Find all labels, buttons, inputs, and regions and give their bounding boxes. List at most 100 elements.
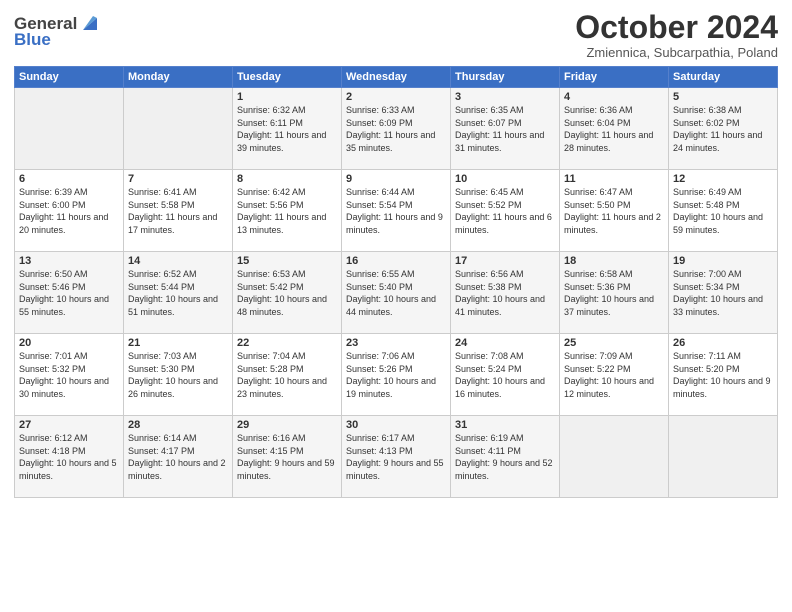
- calendar-cell: 19Sunrise: 7:00 AM Sunset: 5:34 PM Dayli…: [669, 252, 778, 334]
- calendar-cell: 8Sunrise: 6:42 AM Sunset: 5:56 PM Daylig…: [233, 170, 342, 252]
- calendar-cell: 17Sunrise: 6:56 AM Sunset: 5:38 PM Dayli…: [451, 252, 560, 334]
- day-number: 7: [128, 173, 228, 185]
- day-number: 13: [19, 255, 119, 267]
- day-number: 24: [455, 337, 555, 349]
- day-number: 29: [237, 419, 337, 431]
- calendar-cell: 28Sunrise: 6:14 AM Sunset: 4:17 PM Dayli…: [124, 416, 233, 498]
- calendar-cell: 4Sunrise: 6:36 AM Sunset: 6:04 PM Daylig…: [560, 88, 669, 170]
- month-title: October 2024: [575, 10, 778, 45]
- day-info: Sunrise: 7:08 AM Sunset: 5:24 PM Dayligh…: [455, 350, 555, 400]
- day-number: 9: [346, 173, 446, 185]
- day-number: 8: [237, 173, 337, 185]
- day-info: Sunrise: 7:09 AM Sunset: 5:22 PM Dayligh…: [564, 350, 664, 400]
- day-header-sunday: Sunday: [15, 67, 124, 88]
- calendar-cell: 24Sunrise: 7:08 AM Sunset: 5:24 PM Dayli…: [451, 334, 560, 416]
- calendar-week-row: 27Sunrise: 6:12 AM Sunset: 4:18 PM Dayli…: [15, 416, 778, 498]
- day-header-thursday: Thursday: [451, 67, 560, 88]
- day-number: 3: [455, 91, 555, 103]
- day-info: Sunrise: 6:39 AM Sunset: 6:00 PM Dayligh…: [19, 186, 119, 236]
- day-info: Sunrise: 6:17 AM Sunset: 4:13 PM Dayligh…: [346, 432, 446, 482]
- day-number: 25: [564, 337, 664, 349]
- day-header-monday: Monday: [124, 67, 233, 88]
- day-header-tuesday: Tuesday: [233, 67, 342, 88]
- day-number: 2: [346, 91, 446, 103]
- location-subtitle: Zmiennica, Subcarpathia, Poland: [575, 45, 778, 60]
- day-info: Sunrise: 6:12 AM Sunset: 4:18 PM Dayligh…: [19, 432, 119, 482]
- day-number: 17: [455, 255, 555, 267]
- calendar-cell: 11Sunrise: 6:47 AM Sunset: 5:50 PM Dayli…: [560, 170, 669, 252]
- day-info: Sunrise: 6:50 AM Sunset: 5:46 PM Dayligh…: [19, 268, 119, 318]
- calendar-cell: 13Sunrise: 6:50 AM Sunset: 5:46 PM Dayli…: [15, 252, 124, 334]
- day-number: 21: [128, 337, 228, 349]
- day-header-saturday: Saturday: [669, 67, 778, 88]
- day-info: Sunrise: 7:06 AM Sunset: 5:26 PM Dayligh…: [346, 350, 446, 400]
- day-info: Sunrise: 6:36 AM Sunset: 6:04 PM Dayligh…: [564, 104, 664, 154]
- day-info: Sunrise: 6:53 AM Sunset: 5:42 PM Dayligh…: [237, 268, 337, 318]
- day-info: Sunrise: 6:49 AM Sunset: 5:48 PM Dayligh…: [673, 186, 773, 236]
- day-number: 19: [673, 255, 773, 267]
- calendar-cell: [15, 88, 124, 170]
- calendar-cell: 26Sunrise: 7:11 AM Sunset: 5:20 PM Dayli…: [669, 334, 778, 416]
- calendar-cell: 20Sunrise: 7:01 AM Sunset: 5:32 PM Dayli…: [15, 334, 124, 416]
- day-header-friday: Friday: [560, 67, 669, 88]
- day-number: 14: [128, 255, 228, 267]
- day-number: 28: [128, 419, 228, 431]
- day-info: Sunrise: 7:03 AM Sunset: 5:30 PM Dayligh…: [128, 350, 228, 400]
- calendar-cell: 6Sunrise: 6:39 AM Sunset: 6:00 PM Daylig…: [15, 170, 124, 252]
- calendar-cell: 1Sunrise: 6:32 AM Sunset: 6:11 PM Daylig…: [233, 88, 342, 170]
- day-number: 20: [19, 337, 119, 349]
- calendar-week-row: 1Sunrise: 6:32 AM Sunset: 6:11 PM Daylig…: [15, 88, 778, 170]
- day-info: Sunrise: 6:14 AM Sunset: 4:17 PM Dayligh…: [128, 432, 228, 482]
- calendar-cell: 18Sunrise: 6:58 AM Sunset: 5:36 PM Dayli…: [560, 252, 669, 334]
- calendar-cell: 22Sunrise: 7:04 AM Sunset: 5:28 PM Dayli…: [233, 334, 342, 416]
- day-header-wednesday: Wednesday: [342, 67, 451, 88]
- day-number: 30: [346, 419, 446, 431]
- day-info: Sunrise: 6:47 AM Sunset: 5:50 PM Dayligh…: [564, 186, 664, 236]
- calendar-cell: 7Sunrise: 6:41 AM Sunset: 5:58 PM Daylig…: [124, 170, 233, 252]
- day-number: 22: [237, 337, 337, 349]
- logo-icon: [79, 12, 101, 34]
- calendar-cell: 2Sunrise: 6:33 AM Sunset: 6:09 PM Daylig…: [342, 88, 451, 170]
- calendar-cell: 15Sunrise: 6:53 AM Sunset: 5:42 PM Dayli…: [233, 252, 342, 334]
- day-number: 1: [237, 91, 337, 103]
- day-number: 15: [237, 255, 337, 267]
- calendar-cell: 12Sunrise: 6:49 AM Sunset: 5:48 PM Dayli…: [669, 170, 778, 252]
- day-number: 5: [673, 91, 773, 103]
- logo: General Blue: [14, 14, 101, 50]
- title-block: October 2024 Zmiennica, Subcarpathia, Po…: [575, 10, 778, 60]
- day-info: Sunrise: 6:16 AM Sunset: 4:15 PM Dayligh…: [237, 432, 337, 482]
- day-number: 11: [564, 173, 664, 185]
- calendar-cell: [669, 416, 778, 498]
- day-info: Sunrise: 6:52 AM Sunset: 5:44 PM Dayligh…: [128, 268, 228, 318]
- day-info: Sunrise: 6:32 AM Sunset: 6:11 PM Dayligh…: [237, 104, 337, 154]
- calendar-cell: 16Sunrise: 6:55 AM Sunset: 5:40 PM Dayli…: [342, 252, 451, 334]
- calendar-cell: 23Sunrise: 7:06 AM Sunset: 5:26 PM Dayli…: [342, 334, 451, 416]
- calendar-cell: 21Sunrise: 7:03 AM Sunset: 5:30 PM Dayli…: [124, 334, 233, 416]
- day-info: Sunrise: 6:58 AM Sunset: 5:36 PM Dayligh…: [564, 268, 664, 318]
- day-number: 10: [455, 173, 555, 185]
- page: General Blue October 2024 Zmiennica, Sub…: [0, 0, 792, 612]
- day-info: Sunrise: 6:56 AM Sunset: 5:38 PM Dayligh…: [455, 268, 555, 318]
- day-info: Sunrise: 6:35 AM Sunset: 6:07 PM Dayligh…: [455, 104, 555, 154]
- day-info: Sunrise: 6:45 AM Sunset: 5:52 PM Dayligh…: [455, 186, 555, 236]
- day-info: Sunrise: 6:44 AM Sunset: 5:54 PM Dayligh…: [346, 186, 446, 236]
- calendar-week-row: 20Sunrise: 7:01 AM Sunset: 5:32 PM Dayli…: [15, 334, 778, 416]
- calendar-cell: [560, 416, 669, 498]
- day-info: Sunrise: 6:19 AM Sunset: 4:11 PM Dayligh…: [455, 432, 555, 482]
- calendar-week-row: 13Sunrise: 6:50 AM Sunset: 5:46 PM Dayli…: [15, 252, 778, 334]
- day-number: 23: [346, 337, 446, 349]
- calendar-cell: 3Sunrise: 6:35 AM Sunset: 6:07 PM Daylig…: [451, 88, 560, 170]
- day-number: 12: [673, 173, 773, 185]
- day-info: Sunrise: 7:11 AM Sunset: 5:20 PM Dayligh…: [673, 350, 773, 400]
- calendar-week-row: 6Sunrise: 6:39 AM Sunset: 6:00 PM Daylig…: [15, 170, 778, 252]
- day-number: 6: [19, 173, 119, 185]
- calendar-cell: 25Sunrise: 7:09 AM Sunset: 5:22 PM Dayli…: [560, 334, 669, 416]
- day-number: 27: [19, 419, 119, 431]
- day-number: 18: [564, 255, 664, 267]
- day-number: 31: [455, 419, 555, 431]
- calendar-table: SundayMondayTuesdayWednesdayThursdayFrid…: [14, 66, 778, 498]
- calendar-cell: 30Sunrise: 6:17 AM Sunset: 4:13 PM Dayli…: [342, 416, 451, 498]
- day-number: 16: [346, 255, 446, 267]
- calendar-cell: 5Sunrise: 6:38 AM Sunset: 6:02 PM Daylig…: [669, 88, 778, 170]
- day-info: Sunrise: 7:04 AM Sunset: 5:28 PM Dayligh…: [237, 350, 337, 400]
